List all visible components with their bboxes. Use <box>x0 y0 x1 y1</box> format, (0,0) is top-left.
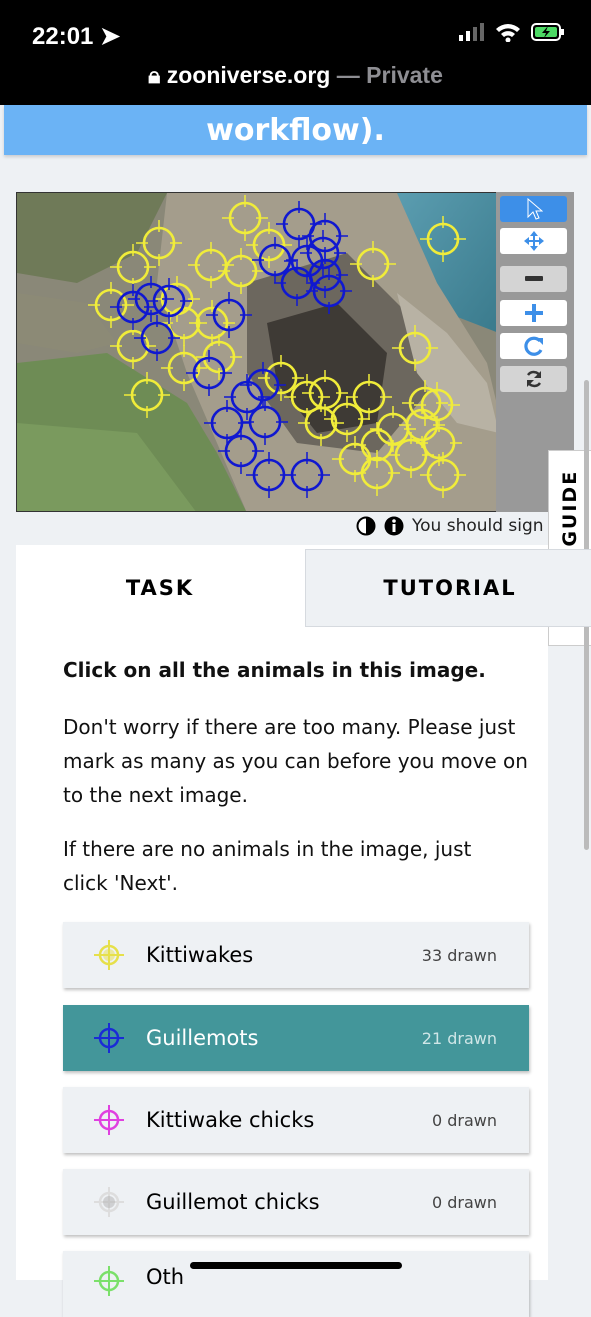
viewer-meta-row: You should sign <box>356 516 544 536</box>
task-help-1: Don't worry if there are too many. Pleas… <box>63 715 528 807</box>
status-bar: 22:01 ➤ 🔒︎ zooniverse.org — Private <box>0 0 591 105</box>
choice-label: Kittiwake chicks <box>146 1108 315 1132</box>
crosshair-icon <box>94 1187 124 1217</box>
annotation-mark[interactable] <box>416 420 462 466</box>
annotation-mark[interactable] <box>258 355 304 401</box>
url-separator: — <box>330 62 367 88</box>
plus-icon <box>524 304 543 322</box>
reset-view-button[interactable] <box>500 366 567 392</box>
tab-tutorial[interactable]: TUTORIAL <box>305 549 591 627</box>
annotation-mark[interactable] <box>420 452 466 498</box>
task-panel: TASK TUTORIAL Click on all the animals i… <box>16 545 591 1317</box>
zoom-in-button[interactable] <box>500 300 567 326</box>
choice-guillemot-chicks[interactable]: Guillemot chicks 0 drawn <box>63 1169 529 1235</box>
home-indicator <box>190 1262 402 1269</box>
status-icons <box>459 22 565 42</box>
annotation-mark[interactable] <box>204 400 250 446</box>
annotation-marks <box>88 195 466 498</box>
zoom-out-button[interactable] <box>500 266 567 292</box>
annotation-mark[interactable] <box>284 374 330 420</box>
battery-charging-icon <box>531 23 564 41</box>
annotation-mark[interactable] <box>350 241 396 287</box>
annotation-mark[interactable] <box>346 374 392 420</box>
annotate-tool-button[interactable] <box>500 196 567 222</box>
crosshair-icon <box>94 1266 124 1296</box>
annotation-mark[interactable] <box>392 325 438 371</box>
annotation-mark[interactable] <box>420 216 466 262</box>
sign-in-notice: You should sign <box>412 516 544 536</box>
choice-count: 0 drawn <box>431 1192 497 1212</box>
lock-icon: 🔒︎ <box>148 62 161 88</box>
choice-count: 21 drawn <box>421 1028 497 1048</box>
choice-kittiwake-chicks[interactable]: Kittiwake chicks 0 drawn <box>63 1087 529 1153</box>
url-host: zooniverse.org <box>166 62 331 88</box>
annotation-mark[interactable] <box>284 452 330 498</box>
annotation-mark[interactable] <box>354 450 400 496</box>
move-arrows-icon <box>523 231 544 251</box>
choice-guillemots[interactable]: Guillemots 21 drawn <box>63 1005 529 1071</box>
task-question: Click on all the animals in this image. <box>63 658 486 682</box>
choice-kittiwakes[interactable]: Kittiwakes 33 drawn <box>63 922 529 988</box>
annotation-mark[interactable] <box>189 300 235 346</box>
choice-label: Oth <box>146 1265 185 1289</box>
choice-label: Kittiwakes <box>146 943 254 967</box>
location-arrow-icon: ➤ <box>100 23 121 50</box>
annotation-mark[interactable] <box>136 220 182 266</box>
choice-other[interactable]: Oth <box>63 1251 529 1317</box>
choice-label: Guillemot chicks <box>146 1190 320 1214</box>
subject-image-viewer[interactable] <box>16 192 498 512</box>
status-time: 22:01 ➤ <box>32 23 121 50</box>
rotate-button[interactable] <box>500 333 567 359</box>
minus-icon <box>524 276 543 281</box>
contrast-icon[interactable] <box>356 516 376 536</box>
refresh-icon <box>526 370 541 388</box>
task-help-2: If there are no animals in the image, ju… <box>63 837 472 895</box>
info-icon[interactable] <box>384 516 404 536</box>
move-tool-button[interactable] <box>500 228 567 254</box>
cellular-signal-icon <box>459 23 484 41</box>
annotation-mark[interactable] <box>222 195 268 241</box>
cursor-arrow-icon <box>527 198 543 220</box>
annotation-mark[interactable] <box>206 292 252 338</box>
annotation-mark[interactable] <box>124 372 170 418</box>
crosshair-icon <box>94 1023 124 1053</box>
wifi-icon <box>496 24 520 42</box>
crosshair-icon <box>94 940 124 970</box>
private-mode-label: Private <box>366 62 443 88</box>
annotation-mark[interactable] <box>224 374 270 420</box>
tab-task[interactable]: TASK <box>16 549 304 627</box>
crosshair-icon <box>94 1105 124 1135</box>
choice-count: 0 drawn <box>431 1110 497 1130</box>
choice-count: 33 drawn <box>421 945 497 965</box>
annotation-mark[interactable] <box>134 315 180 361</box>
rotate-icon <box>523 336 543 356</box>
workflow-banner: workflow). <box>4 105 587 155</box>
annotation-mark[interactable] <box>196 334 242 380</box>
address-bar[interactable]: 🔒︎ zooniverse.org — Private <box>0 62 591 89</box>
choice-label: Guillemots <box>146 1026 259 1050</box>
